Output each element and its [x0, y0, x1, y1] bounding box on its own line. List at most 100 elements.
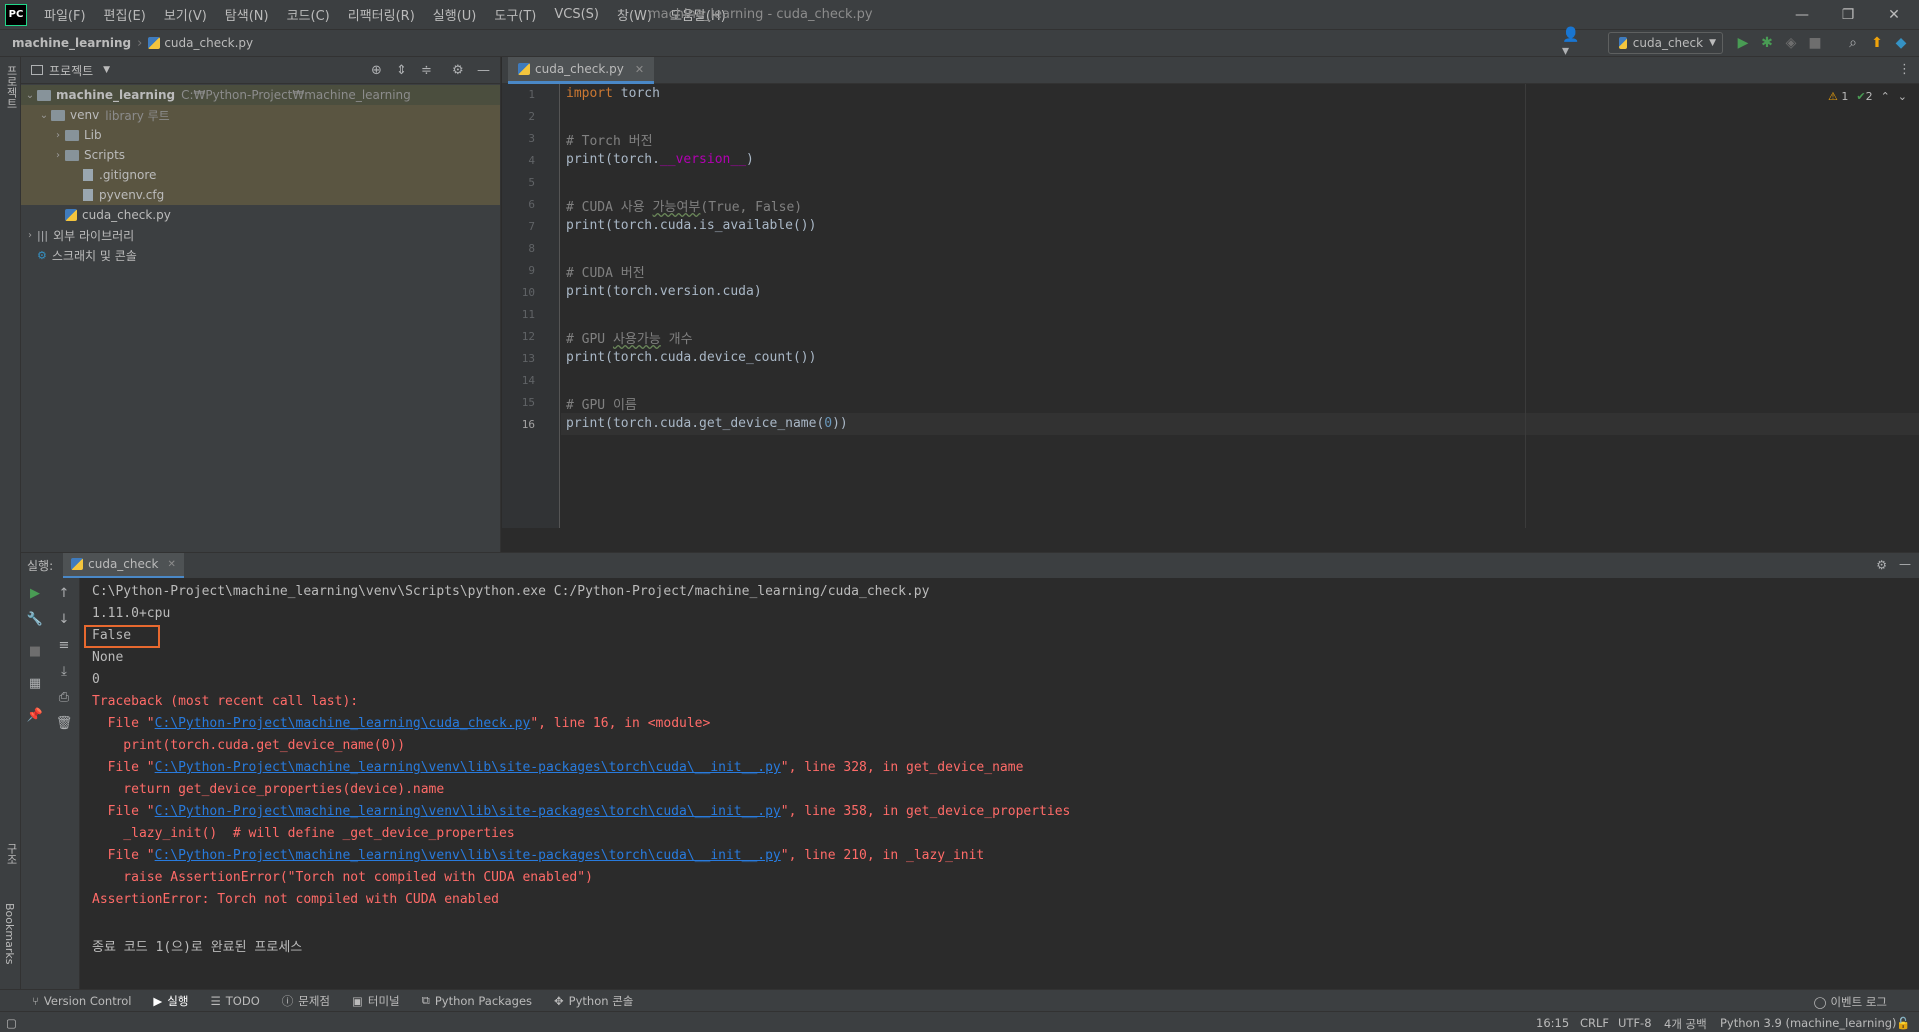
python-file-icon — [1619, 37, 1627, 49]
tree-item-pyvenv-cfg[interactable]: pyvenv.cfg — [21, 185, 500, 205]
tool-tab-problems[interactable]: ⓘ 문제점 — [282, 993, 330, 1009]
gear-icon[interactable]: ⚙ — [1876, 558, 1887, 572]
line-number: 3 — [528, 132, 535, 145]
console-output: None — [92, 650, 124, 665]
soft-wrap-icon[interactable]: ≡ — [49, 638, 79, 653]
project-panel-title[interactable]: 프로젝트 — [49, 62, 93, 79]
line-number: 2 — [528, 110, 535, 123]
search-icon[interactable]: ⌕ — [1844, 34, 1862, 52]
tree-item-label: .gitignore — [99, 168, 157, 182]
ok-count-value: 2 — [1865, 90, 1873, 103]
rerun-icon[interactable]: ▶ — [21, 586, 49, 601]
chevron-down-icon[interactable]: ▼ — [103, 65, 110, 75]
run-icon[interactable]: ▶ — [1734, 34, 1752, 52]
tool-tab-version-control[interactable]: ⑂ Version Control — [32, 994, 131, 1008]
menu-file[interactable]: 파일(F) — [35, 5, 95, 24]
code-comment: # CUDA 사용 — [566, 200, 653, 215]
user-icon[interactable]: 👤▾ — [1562, 27, 1580, 59]
status-caret-position[interactable]: 16:15 — [1536, 1016, 1569, 1030]
run-console[interactable]: C:\Python-Project\machine_learning\venv\… — [80, 578, 1919, 989]
tool-tab-terminal[interactable]: ▣ 터미널 — [352, 993, 400, 1009]
tree-item-project-root[interactable]: ⌄ machine_learning C:₩Python-Project₩mac… — [21, 85, 500, 105]
warning-count[interactable]: ⚠ 1 — [1828, 90, 1848, 103]
python-file-icon — [65, 209, 77, 221]
tool-tab-todo[interactable]: ☰ TODO — [210, 994, 259, 1008]
run-config-selector[interactable]: cuda_check ▼ — [1608, 32, 1723, 54]
menu-code[interactable]: 코드(C) — [278, 5, 339, 24]
stop-icon[interactable]: ■ — [1806, 34, 1824, 52]
layout-icon[interactable]: ▦ — [21, 676, 49, 691]
code-editor[interactable]: ⚠ 1 ✔2 ⌃ ⌄ import torch # Torch 버전 print… — [561, 84, 1919, 528]
ok-count[interactable]: ✔2 — [1856, 90, 1872, 103]
status-indent[interactable]: 4개 공백 — [1664, 1016, 1707, 1032]
tree-item-cuda-check[interactable]: cuda_check.py — [21, 205, 500, 225]
warning-count-value: 1 — [1841, 90, 1849, 103]
status-line-separator[interactable]: CRLF — [1580, 1016, 1609, 1030]
gear-icon[interactable]: ⚙ — [452, 63, 464, 78]
traceback-file-link[interactable]: C:\Python-Project\machine_learning\venv\… — [155, 760, 781, 775]
scroll-to-end-icon[interactable]: ⤓ — [49, 664, 79, 679]
arrow-down-icon[interactable]: ↓ — [49, 612, 79, 627]
inspection-widget[interactable]: ⚠ 1 ✔2 ⌃ ⌄ — [1828, 90, 1907, 103]
status-encoding[interactable]: UTF-8 — [1618, 1016, 1652, 1030]
tool-window-tabs: ⑂ Version Control ▶ 실행 ☰ TODO ⓘ 문제점 ▣ 터미널 ⧉ Py… — [0, 989, 1919, 1011]
lock-icon[interactable]: 🔓 — [1896, 1016, 1910, 1030]
run-tab-cuda-check[interactable]: cuda_check ✕ — [63, 552, 184, 579]
close-icon[interactable]: ✕ — [635, 63, 644, 76]
coverage-icon[interactable]: ◈ — [1782, 34, 1800, 52]
tree-item-venv[interactable]: ⌄ venv library 루트 — [21, 105, 500, 125]
breadcrumb-project[interactable]: machine_learning — [12, 36, 131, 50]
traceback-file-link[interactable]: C:\Python-Project\machine_learning\venv\… — [155, 848, 781, 863]
menu-view[interactable]: 보기(V) — [155, 5, 216, 24]
structure-tool-button[interactable]: 구조 — [3, 843, 19, 865]
print-icon[interactable]: ⎙ — [49, 690, 79, 705]
arrow-up-icon[interactable]: ↑ — [49, 586, 79, 601]
menu-refactor[interactable]: 리팩터링(R) — [339, 5, 424, 24]
chevron-up-icon[interactable]: ⌃ — [1881, 90, 1890, 103]
close-button[interactable]: ✕ — [1871, 0, 1917, 29]
trash-icon[interactable]: 🗑 — [49, 716, 79, 731]
panel-toggle-icon[interactable]: ▢ — [6, 1016, 17, 1030]
project-tool-button[interactable]: 프로젝트 — [3, 65, 19, 109]
bookmarks-tool-button[interactable]: Bookmarks — [3, 903, 16, 964]
minimize-button[interactable]: — — [1779, 0, 1825, 29]
status-interpreter[interactable]: Python 3.9 (machine_learning) — [1720, 1016, 1897, 1030]
debug-icon[interactable]: ✱ — [1758, 34, 1776, 52]
stop-icon[interactable]: ■ — [21, 644, 49, 659]
hide-icon[interactable]: — — [477, 63, 490, 78]
more-icon[interactable]: ⋮ — [1898, 62, 1911, 77]
editor-tab-cuda-check[interactable]: cuda_check.py ✕ — [508, 57, 655, 84]
pin-icon[interactable]: 📌 — [21, 708, 49, 723]
tree-item-lib[interactable]: › Lib — [21, 125, 500, 145]
tool-tab-python-console[interactable]: ✥ Python 콘솔 — [554, 993, 633, 1009]
library-icon: ||| — [37, 228, 49, 242]
chevron-down-icon[interactable]: ⌄ — [1898, 90, 1907, 103]
tree-item-scratches[interactable]: ⚙ 스크래치 및 콘솔 — [21, 245, 500, 265]
breadcrumb-file[interactable]: cuda_check.py — [148, 36, 253, 50]
maximize-button[interactable]: ❐ — [1825, 0, 1871, 29]
traceback-file-link[interactable]: C:\Python-Project\machine_learning\venv\… — [155, 804, 781, 819]
tool-tab-python-packages[interactable]: ⧉ Python Packages — [422, 993, 532, 1008]
chevron-down-icon: ▼ — [1709, 38, 1716, 48]
menu-navigate[interactable]: 탐색(N) — [216, 5, 278, 24]
tool-tab-label: 터미널 — [367, 993, 400, 1008]
menu-tools[interactable]: 도구(T) — [485, 5, 545, 24]
locate-icon[interactable]: ⊕ — [371, 63, 382, 78]
tree-item-external-libraries[interactable]: › ||| 외부 라이브러리 — [21, 225, 500, 245]
collapse-all-icon[interactable]: ≑ — [421, 63, 432, 78]
menu-run[interactable]: 실행(U) — [424, 5, 486, 24]
event-log-button[interactable]: ◯ 이벤트 로그 — [1814, 994, 1887, 1010]
traceback-file-link[interactable]: C:\Python-Project\machine_learning\cuda_… — [155, 716, 531, 731]
wrench-icon[interactable]: 🔧 — [21, 612, 49, 627]
plugin-icon[interactable]: ◆ — [1892, 34, 1910, 52]
tool-tab-run[interactable]: ▶ 실행 — [153, 993, 188, 1009]
traceback-code: raise AssertionError("Torch not compiled… — [92, 870, 593, 885]
menu-vcs[interactable]: VCS(S) — [545, 7, 608, 22]
tree-item-gitignore[interactable]: .gitignore — [21, 165, 500, 185]
expand-all-icon[interactable]: ⇕ — [396, 63, 407, 78]
menu-edit[interactable]: 편집(E) — [95, 5, 155, 24]
close-icon[interactable]: ✕ — [167, 559, 175, 570]
hide-icon[interactable]: — — [1899, 557, 1911, 571]
tree-item-scripts[interactable]: › Scripts — [21, 145, 500, 165]
update-icon[interactable]: ⬆ — [1868, 34, 1886, 52]
